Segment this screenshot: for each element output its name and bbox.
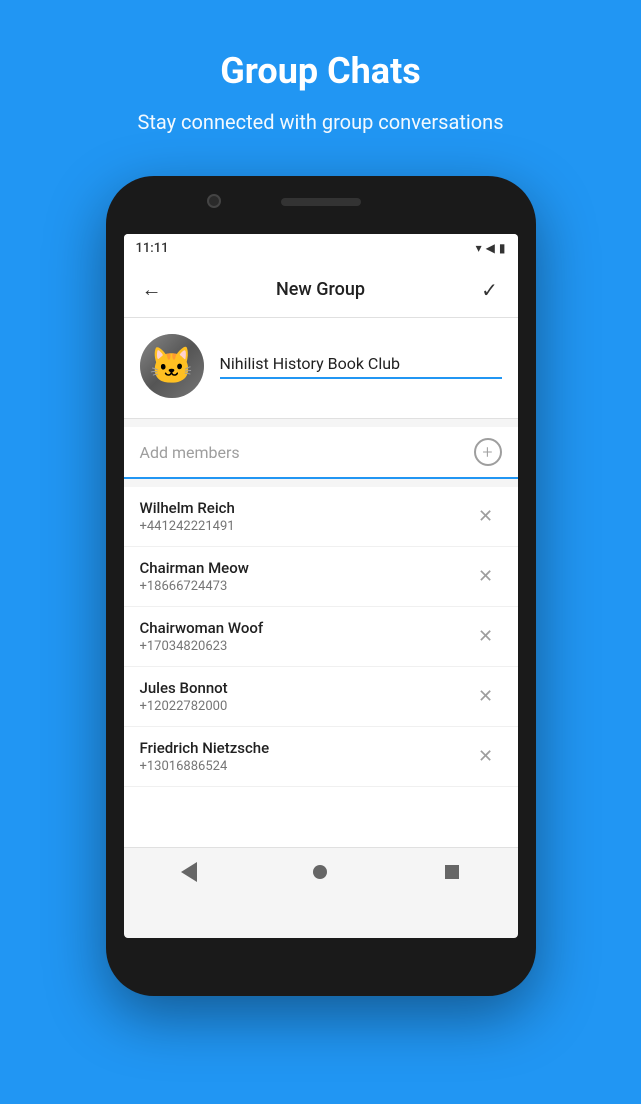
member-phone: +441242221491 [140,519,470,534]
list-spacer [124,787,518,847]
member-name: Jules Bonnot [140,679,470,697]
member-info: Chairman Meow +18666724473 [140,559,470,594]
recent-nav-button[interactable] [432,852,472,892]
members-list: Wilhelm Reich +441242221491 ✕ Chairman M… [124,487,518,847]
battery-icon: ▮ [499,241,506,255]
list-item[interactable]: Jules Bonnot +12022782000 ✕ [124,667,518,727]
group-name-section: Nihilist History Book Club [124,318,518,419]
add-members-input[interactable]: Add members [140,443,474,462]
signal-icon: ◀ [486,241,495,255]
remove-member-button[interactable]: ✕ [470,501,502,533]
recent-nav-icon [445,865,459,879]
member-name: Friedrich Nietzsche [140,739,470,757]
remove-member-button[interactable]: ✕ [470,681,502,713]
member-name: Chairman Meow [140,559,470,577]
back-nav-button[interactable] [169,852,209,892]
page-subtitle: Stay connected with group conversations [137,108,503,136]
member-info: Friedrich Nietzsche +13016886524 [140,739,470,774]
phone-screen: 11:11 ▾ ◀ ▮ ← New Group ✓ Nihilist Histo… [124,234,518,938]
member-phone: +13016886524 [140,759,470,774]
phone-mockup: 11:11 ▾ ◀ ▮ ← New Group ✓ Nihilist Histo… [106,176,536,996]
check-button[interactable]: ✓ [470,270,510,310]
wifi-icon: ▾ [476,241,482,255]
page-title: Group Chats [137,50,503,92]
status-time: 11:11 [136,241,169,256]
group-avatar[interactable] [140,334,204,398]
status-icons: ▾ ◀ ▮ [476,241,506,255]
avatar-image [140,334,204,398]
nav-bar: ← New Group ✓ [124,262,518,318]
member-info: Jules Bonnot +12022782000 [140,679,470,714]
home-nav-icon [313,865,327,879]
list-item[interactable]: Wilhelm Reich +441242221491 ✕ [124,487,518,547]
nav-title: New Group [172,279,470,300]
list-item[interactable]: Friedrich Nietzsche +13016886524 ✕ [124,727,518,787]
member-name: Wilhelm Reich [140,499,470,517]
add-member-icon[interactable]: + [474,438,502,466]
member-name: Chairwoman Woof [140,619,470,637]
phone-camera [207,194,221,208]
list-item[interactable]: Chairwoman Woof +17034820623 ✕ [124,607,518,667]
header-section: Group Chats Stay connected with group co… [97,0,543,166]
bottom-nav [124,847,518,895]
member-phone: +12022782000 [140,699,470,714]
group-name-text: Nihilist History Book Club [220,354,502,373]
remove-member-button[interactable]: ✕ [470,741,502,773]
member-phone: +18666724473 [140,579,470,594]
home-nav-button[interactable] [300,852,340,892]
back-nav-icon [181,862,197,882]
member-phone: +17034820623 [140,639,470,654]
add-members-section[interactable]: Add members + [124,427,518,479]
phone-speaker [281,198,361,206]
group-name-input-wrapper[interactable]: Nihilist History Book Club [220,354,502,379]
member-info: Chairwoman Woof +17034820623 [140,619,470,654]
remove-member-button[interactable]: ✕ [470,621,502,653]
member-info: Wilhelm Reich +441242221491 [140,499,470,534]
remove-member-button[interactable]: ✕ [470,561,502,593]
back-button[interactable]: ← [132,270,172,310]
list-item[interactable]: Chairman Meow +18666724473 ✕ [124,547,518,607]
status-bar: 11:11 ▾ ◀ ▮ [124,234,518,262]
